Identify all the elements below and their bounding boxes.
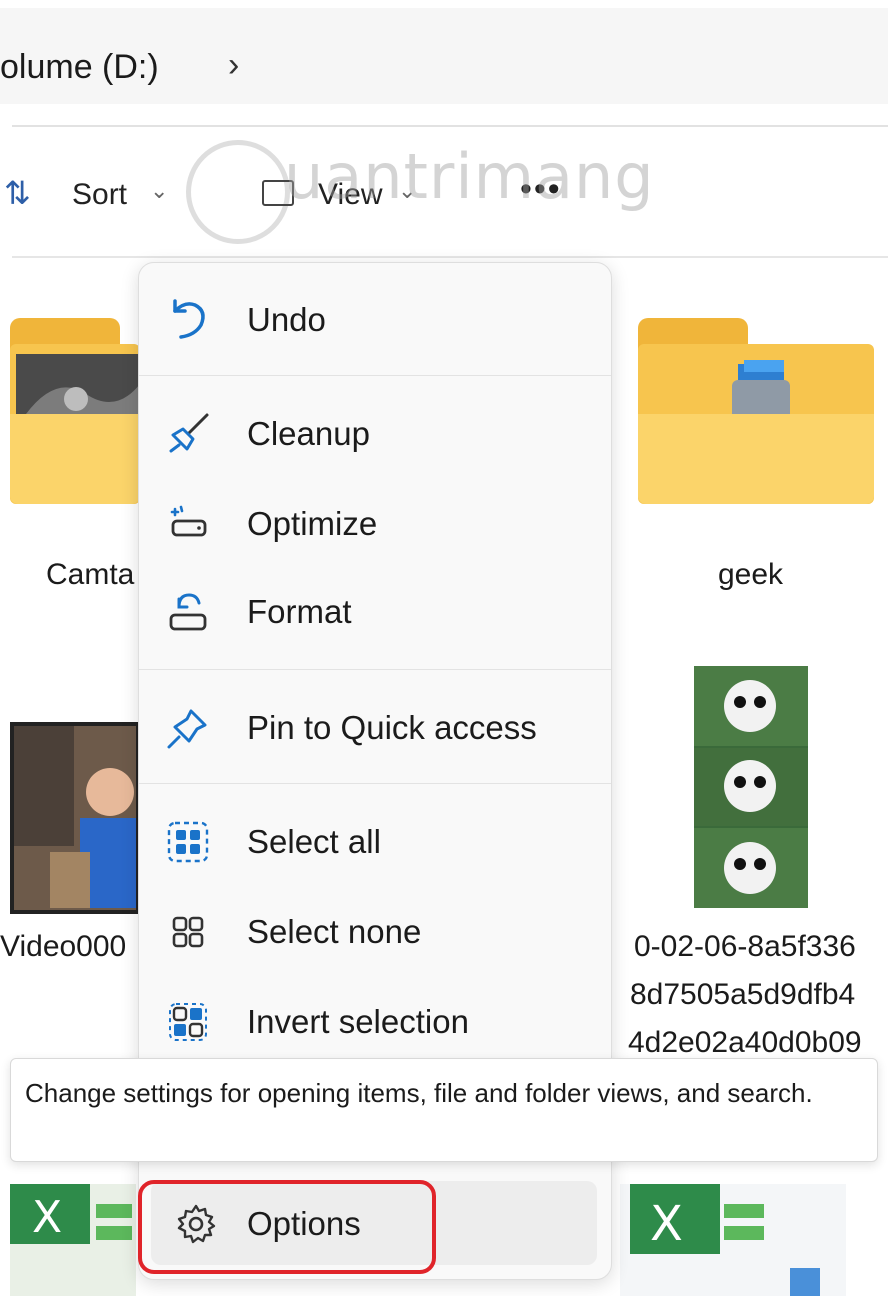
file-label: Video000: [0, 930, 127, 963]
select-all-icon: [167, 821, 209, 863]
menu-item-undo[interactable]: Undo: [139, 279, 611, 359]
excel-file-icon[interactable]: X: [10, 1184, 136, 1296]
chevron-down-icon[interactable]: ⌄: [150, 178, 168, 204]
broom-icon: [169, 413, 209, 453]
pin-icon: [167, 709, 207, 749]
menu-item-label: Invert selection: [247, 1003, 469, 1040]
file-label: Camta: [46, 558, 135, 591]
divider: [12, 125, 888, 127]
menu-item-cleanup[interactable]: Cleanup: [139, 393, 611, 473]
menu-separator: [139, 669, 611, 670]
menu-item-label: Optimize: [247, 505, 378, 542]
file-label-line: 4d2e02a40d0b09: [628, 1026, 862, 1059]
address-chevron-icon[interactable]: ›: [228, 46, 239, 85]
undo-icon: [173, 299, 205, 339]
menu-item-select-all[interactable]: Select all: [139, 801, 611, 881]
options-highlight-annotation: [138, 1180, 436, 1274]
divider: [12, 256, 888, 258]
menu-item-label: Select all: [247, 823, 381, 860]
optimize-drive-icon: [170, 505, 207, 537]
menu-item-label: Pin to Quick access: [247, 709, 537, 746]
menu-item-format[interactable]: Format: [139, 571, 611, 651]
video-thumbnail[interactable]: [10, 722, 140, 914]
format-drive-icon: [169, 593, 207, 631]
select-none-icon: [172, 916, 204, 948]
panda-image-thumbnail[interactable]: [694, 666, 808, 908]
menu-item-label: Undo: [247, 301, 326, 338]
menu-item-invert-selection[interactable]: Invert selection: [139, 981, 611, 1061]
file-label: geek: [718, 558, 784, 591]
tooltip: Change settings for opening items, file …: [10, 1058, 878, 1162]
watermark-text: uantrimang: [284, 140, 655, 213]
invert-selection-icon: [169, 1003, 207, 1041]
menu-separator: [139, 375, 611, 376]
menu-item-pin-to-quick-access[interactable]: Pin to Quick access: [139, 687, 611, 767]
excel-file-icon[interactable]: X: [620, 1184, 846, 1296]
file-label-line: 0-02-06-8a5f336: [634, 930, 856, 963]
menu-item-label: Select none: [247, 913, 422, 950]
sort-icon[interactable]: ⇅: [4, 174, 31, 212]
menu-item-select-none[interactable]: Select none: [139, 891, 611, 971]
svg-text:X: X: [650, 1196, 683, 1252]
menu-item-label: Cleanup: [247, 415, 370, 452]
menu-separator: [139, 783, 611, 784]
menu-item-label: Format: [247, 593, 352, 630]
file-label-line: 8d7505a5d9dfb4: [630, 978, 856, 1011]
tooltip-text: Change settings for opening items, file …: [25, 1078, 813, 1108]
sort-button[interactable]: Sort: [72, 178, 127, 212]
address-path[interactable]: olume (D:): [0, 48, 159, 87]
address-bar[interactable]: olume (D:) ›: [0, 8, 888, 104]
menu-item-optimize[interactable]: Optimize: [139, 483, 611, 563]
svg-text:X: X: [32, 1192, 62, 1243]
